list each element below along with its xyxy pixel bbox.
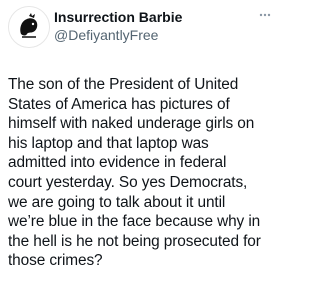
- name-block: Insurrection Barbie @DefiyantlyFree: [54, 8, 182, 44]
- avatar[interactable]: [8, 6, 50, 48]
- avatar-logo-icon: [9, 7, 49, 47]
- post-text: The son of the President of United State…: [8, 76, 261, 270]
- display-name[interactable]: Insurrection Barbie: [54, 8, 182, 26]
- more-options-icon[interactable]: [258, 8, 272, 22]
- post-card: Insurrection Barbie @DefiyantlyFree The …: [0, 0, 282, 300]
- user-handle[interactable]: @DefiyantlyFree: [54, 26, 182, 44]
- post-header: Insurrection Barbie @DefiyantlyFree: [8, 6, 274, 54]
